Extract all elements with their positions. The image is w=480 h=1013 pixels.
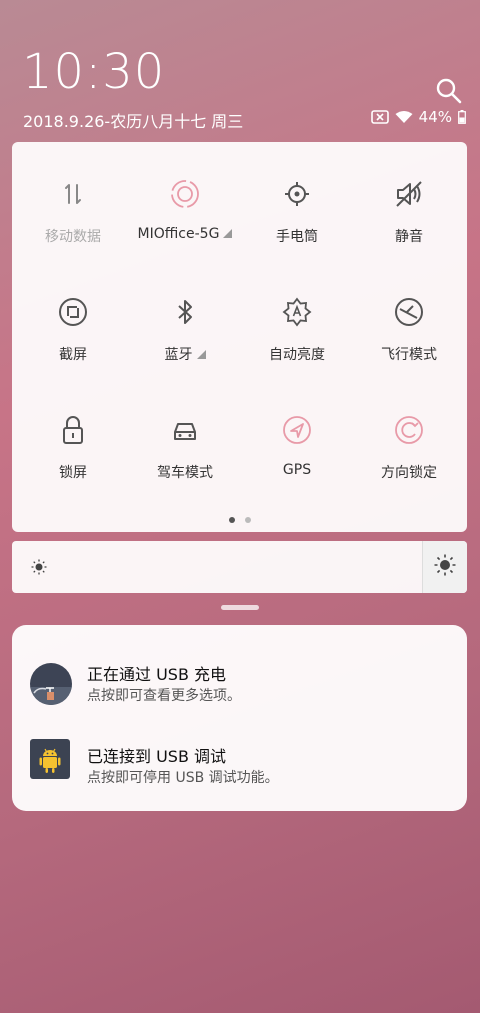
android-debug-icon	[30, 739, 72, 781]
tile-airplane[interactable]: 飞行模式	[353, 270, 465, 370]
battery-icon	[458, 110, 466, 124]
expand-triangle-icon	[196, 350, 206, 359]
tile-screenshot[interactable]: 截屏	[17, 270, 129, 370]
tile-label: 飞行模式	[381, 347, 437, 363]
battery-percent: 44%	[418, 108, 452, 126]
system-status: 44%	[370, 108, 466, 126]
lock-icon	[53, 410, 93, 450]
tile-label: 移动数据	[45, 229, 101, 245]
page-dot-active[interactable]	[228, 517, 235, 523]
gps-icon	[277, 410, 317, 450]
notification-subtitle: 点按即可停用 USB 调试功能。	[87, 770, 279, 786]
rotation-lock-icon	[389, 410, 429, 450]
sim-none-icon	[370, 110, 389, 124]
brightness-high-icon	[433, 553, 457, 581]
usb-charging-icon	[30, 663, 72, 705]
tile-label: 手电筒	[276, 229, 318, 245]
clock[interactable]: 10:30	[22, 48, 165, 96]
tile-label: 截屏	[59, 347, 87, 363]
wifi-tile-icon	[165, 174, 205, 214]
tile-lock-screen[interactable]: 锁屏	[17, 388, 129, 488]
notification-card: 正在通过 USB 充电 点按即可查看更多选项。 已连接到 USB 调试 点按即可…	[12, 625, 467, 811]
tile-bluetooth[interactable]: 蓝牙	[129, 270, 241, 370]
tile-label-row: MIOffice-5G	[129, 226, 241, 242]
tile-label: 静音	[395, 229, 423, 245]
notification-subtitle: 点按即可查看更多选项。	[87, 688, 241, 704]
screenshot-icon	[53, 292, 93, 332]
tile-label: 驾车模式	[157, 465, 213, 481]
notification-title: 正在通过 USB 充电	[87, 665, 227, 684]
tile-mute[interactable]: 静音	[353, 152, 465, 252]
drag-handle[interactable]	[221, 605, 259, 610]
mute-icon	[389, 174, 429, 214]
quick-settings-panel: 移动数据 MIOffice-5G 手电筒 静音 截屏 蓝牙 自动亮度 飞行模式 …	[12, 142, 467, 532]
tile-label: 蓝牙	[164, 347, 193, 363]
notification-title: 已连接到 USB 调试	[87, 747, 227, 766]
tile-label-row: 蓝牙	[129, 344, 241, 364]
search-icon[interactable]	[434, 76, 464, 106]
tile-label: 锁屏	[59, 465, 87, 481]
page-indicator[interactable]	[12, 517, 467, 523]
expand-triangle-icon	[223, 229, 233, 238]
tile-wifi[interactable]: MIOffice-5G	[129, 152, 241, 252]
brightness-low-icon	[30, 558, 48, 580]
mobile-data-icon	[53, 174, 93, 214]
tile-gps[interactable]: GPS	[241, 388, 353, 488]
tile-label: 自动亮度	[269, 347, 325, 363]
tile-auto-brightness[interactable]: 自动亮度	[241, 270, 353, 370]
tile-label: MIOffice-5G	[137, 226, 220, 242]
flashlight-icon	[277, 174, 317, 214]
tile-rotation-lock[interactable]: 方向锁定	[353, 388, 465, 488]
notification-usb-debug[interactable]: 已连接到 USB 调试 点按即可停用 USB 调试功能。	[12, 735, 467, 805]
brightness-slider[interactable]	[12, 541, 467, 593]
auto-brightness-icon	[277, 292, 317, 332]
notification-usb-charging[interactable]: 正在通过 USB 充电 点按即可查看更多选项。	[12, 653, 467, 723]
tile-mobile-data[interactable]: 移动数据	[17, 152, 129, 252]
tile-driving-mode[interactable]: 驾车模式	[129, 388, 241, 488]
airplane-mode-icon	[389, 292, 429, 332]
wifi-icon	[395, 110, 413, 124]
status-area: 10:30 2018.9.26-农历八月十七 周三 44%	[0, 0, 480, 140]
bluetooth-icon	[165, 292, 205, 332]
car-icon	[165, 410, 205, 450]
page-dot[interactable]	[244, 517, 251, 523]
date-label[interactable]: 2018.9.26-农历八月十七 周三	[23, 108, 243, 132]
brightness-thumb[interactable]	[422, 541, 467, 593]
tile-label: GPS	[282, 462, 312, 478]
tile-flashlight[interactable]: 手电筒	[241, 152, 353, 252]
tile-label: 方向锁定	[381, 465, 437, 481]
